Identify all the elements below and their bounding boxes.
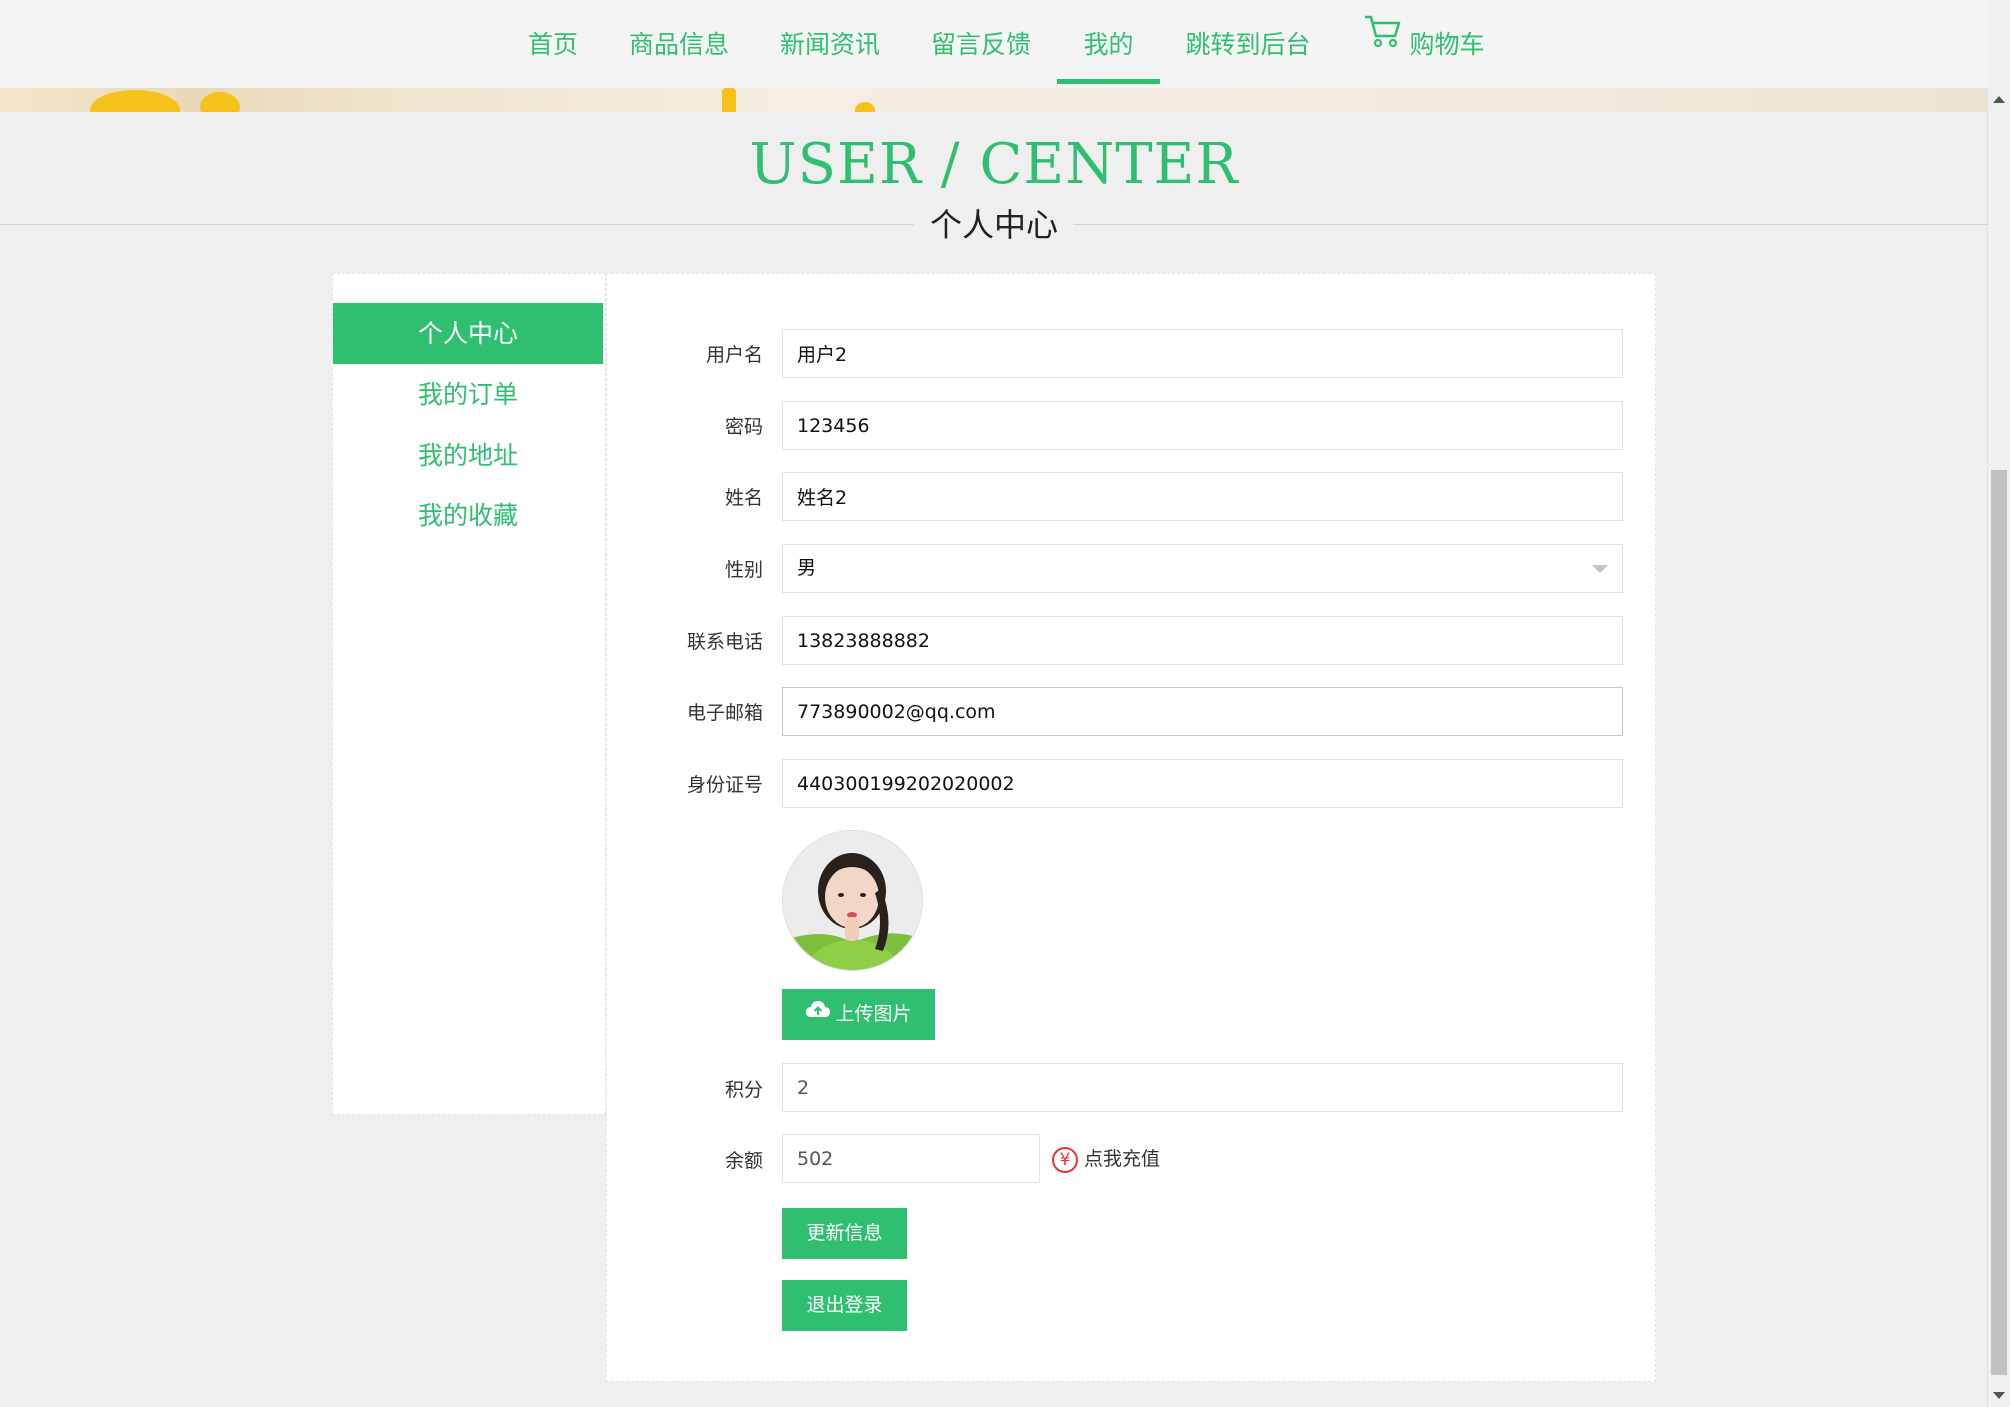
username-field[interactable] [782,329,1623,378]
gender-value: 男 [797,557,817,579]
banner-strip [0,88,1988,112]
nav-item-cart[interactable]: 购物车 [1362,0,1486,88]
password-label: 密码 [724,416,763,438]
scroll-up-arrow-icon[interactable] [1993,96,2005,103]
upload-image-button[interactable]: 上传图片 [782,989,935,1040]
email-field[interactable] [782,687,1623,736]
phone-label: 联系电话 [686,631,763,653]
update-info-button[interactable]: 更新信息 [782,1208,907,1259]
sidebar-item-profile[interactable]: 个人中心 [333,303,603,364]
chevron-down-icon [1592,565,1608,573]
upload-label: 上传图片 [835,1003,912,1025]
recharge-label: 点我充值 [1084,1148,1161,1170]
gender-label: 性别 [724,559,763,581]
email-label: 电子邮箱 [686,702,763,724]
password-field[interactable] [782,401,1623,450]
points-field[interactable] [782,1063,1623,1112]
sidebar-item-orders[interactable]: 我的订单 [333,364,603,425]
idcard-label: 身份证号 [686,774,763,796]
points-label: 积分 [724,1079,763,1101]
cloud-upload-icon [805,987,831,1038]
balance-label: 余额 [724,1150,763,1172]
page-title: 个人中心 [914,202,1074,248]
nav-item-home[interactable]: 首页 [526,0,580,88]
cart-label: 购物车 [1409,30,1485,59]
scroll-thumb[interactable] [1991,470,2007,1375]
balance-field[interactable] [782,1134,1040,1183]
nav-item-products[interactable]: 商品信息 [628,0,730,88]
sidebar-item-favorites[interactable]: 我的收藏 [333,485,603,546]
top-nav: 首页 商品信息 新闻资讯 留言反馈 我的 跳转到后台 购物车 [0,0,1988,88]
name-label: 姓名 [724,487,763,509]
sidebar-item-address[interactable]: 我的地址 [333,425,603,486]
phone-field[interactable] [782,616,1623,665]
idcard-field[interactable] [782,759,1623,808]
name-field[interactable] [782,472,1623,521]
nav-item-feedback[interactable]: 留言反馈 [930,0,1032,88]
page-scrollbar[interactable] [1987,88,2010,1407]
avatar [782,830,923,971]
scroll-down-arrow-icon[interactable] [1993,1392,2005,1399]
nav-item-news[interactable]: 新闻资讯 [779,0,881,88]
sidebar: 个人中心 我的订单 我的地址 我的收藏 [332,273,606,1115]
gender-select[interactable]: 男 [782,544,1623,593]
username-label: 用户名 [705,344,763,366]
page-title-en: USER / CENTER [749,132,1239,197]
recharge-link[interactable]: ¥ 点我充值 [1052,1144,1160,1174]
yen-icon: ¥ [1052,1146,1078,1173]
logout-button[interactable]: 退出登录 [782,1280,907,1331]
nav-item-mine[interactable]: 我的 [1057,0,1160,88]
nav-item-admin[interactable]: 跳转到后台 [1185,0,1311,88]
cart-icon [1363,0,1401,85]
